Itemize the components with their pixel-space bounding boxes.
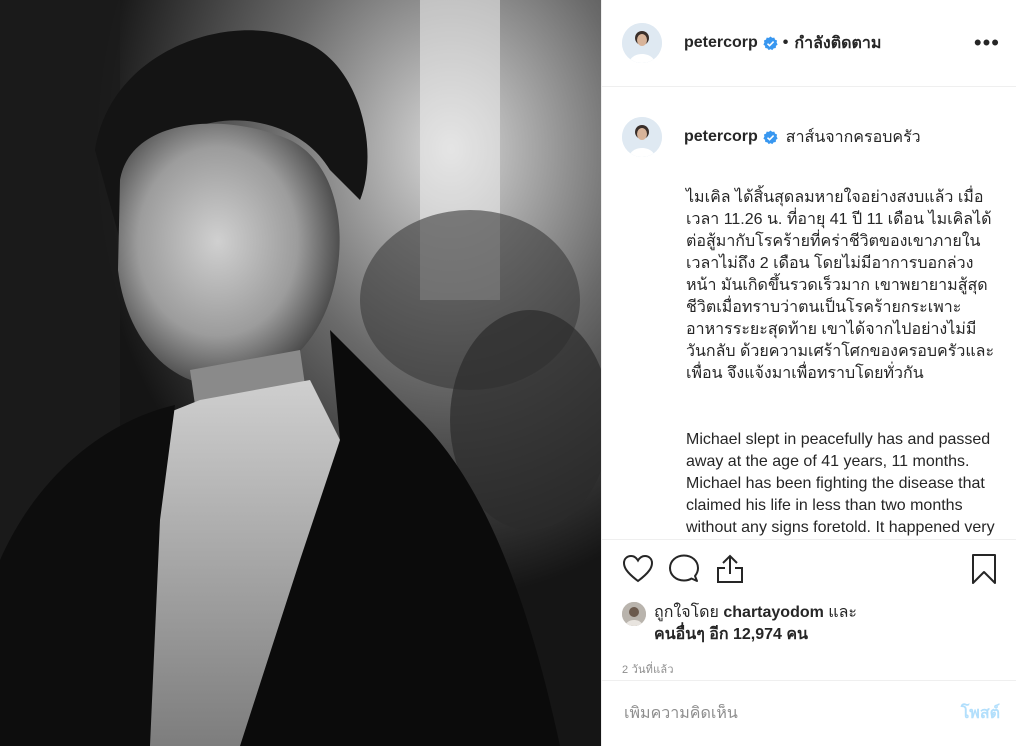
action-icons <box>622 552 1000 586</box>
liker-username[interactable]: chartayodom <box>723 604 823 621</box>
separator-dot: • <box>782 34 789 51</box>
post-timestamp[interactable]: 2 วันที่แล้ว <box>622 660 1000 678</box>
likes-and: และ <box>828 604 858 621</box>
caption-title: สาส์นจากครอบครัว <box>785 128 921 146</box>
caption-english: Michael slept in peacefully has and pass… <box>686 431 995 536</box>
more-options-icon[interactable]: ••• <box>974 30 1000 56</box>
likes-text: ถูกใจโดย chartayodom และ คนอื่นๆ อีก 12,… <box>654 602 857 646</box>
post-actions: ถูกใจโดย chartayodom และ คนอื่นๆ อีก 12,… <box>602 539 1016 680</box>
bookmark-icon[interactable] <box>968 553 1000 585</box>
add-comment-bar: โพสต์ <box>602 680 1016 746</box>
comment-input[interactable] <box>622 703 961 724</box>
instagram-post: petercorp • กำลังติดตาม ••• petercorp สา… <box>0 0 1016 746</box>
post-comment-button[interactable]: โพสต์ <box>961 701 1000 726</box>
post-side-panel: petercorp • กำลังติดตาม ••• petercorp สา… <box>601 0 1016 746</box>
post-photo[interactable] <box>0 0 601 746</box>
caption-username[interactable]: petercorp <box>684 128 758 146</box>
caption-header: petercorp สาส์นจากครอบครัว <box>622 117 1000 157</box>
header-username[interactable]: petercorp <box>684 34 758 52</box>
avatar[interactable] <box>622 23 662 63</box>
post-header: petercorp • กำลังติดตาม ••• <box>602 0 1016 87</box>
comments-area[interactable]: petercorp สาส์นจากครอบครัว ไมเคิล ได้สิ้… <box>602 87 1016 539</box>
verified-badge-icon <box>763 129 778 144</box>
heart-icon[interactable] <box>622 553 654 585</box>
following-button[interactable]: กำลังติดตาม <box>794 31 881 56</box>
portrait-image <box>0 0 601 746</box>
caption-thai: ไมเคิล ได้สิ้นสุดลมหายใจอย่างสงบแล้ว เมื… <box>686 189 995 382</box>
share-icon[interactable] <box>714 553 746 585</box>
likes-prefix: ถูกใจโดย <box>654 604 719 621</box>
caption-avatar[interactable] <box>622 117 662 157</box>
likes-others-link[interactable]: คนอื่นๆ อีก 12,974 คน <box>654 626 808 643</box>
comment-icon[interactable] <box>668 553 700 585</box>
likes-summary: ถูกใจโดย chartayodom และ คนอื่นๆ อีก 12,… <box>622 602 1000 646</box>
verified-badge-icon <box>763 35 778 50</box>
liker-avatar[interactable] <box>622 602 646 626</box>
caption-text: ไมเคิล ได้สิ้นสุดลมหายใจอย่างสงบแล้ว เมื… <box>686 165 996 539</box>
